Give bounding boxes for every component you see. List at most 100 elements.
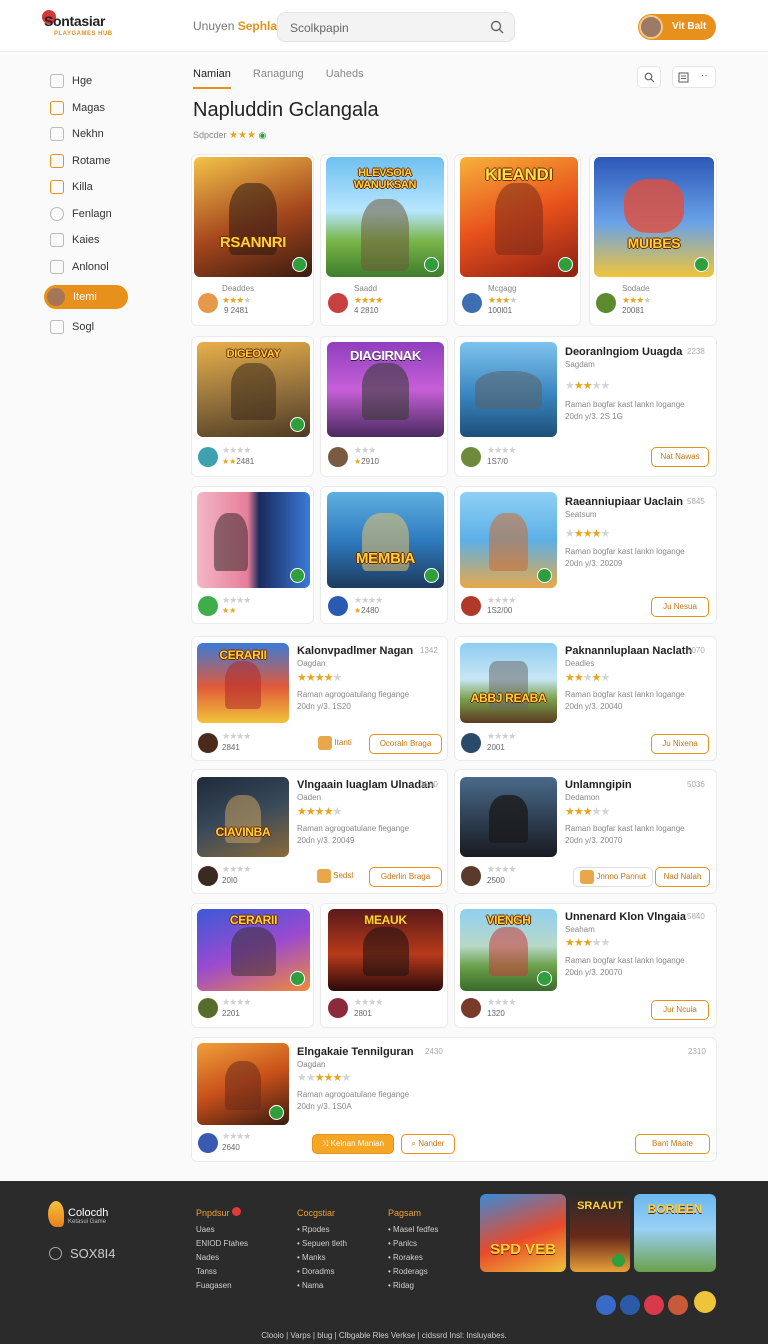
game-title[interactable]: Unlamngipin [565,779,632,791]
secondary-button[interactable]: Sedsl [310,867,360,887]
game-thumbnail[interactable]: MUIBES [594,157,714,277]
game-card[interactable]: RSANNRI Deaddes ★★★★ 9 2481 [191,154,314,326]
footer-link[interactable]: • Sepuen tleth [297,1237,347,1251]
footer-link[interactable]: Nades [196,1251,248,1265]
action-button[interactable]: Ju Nixena [651,734,709,754]
game-title[interactable]: Raeanniupiaar Uaclain [565,496,683,508]
header-nav-highlight[interactable]: Sephla [238,19,277,33]
footer-link[interactable]: • Rorakes [388,1251,438,1265]
brand-logo[interactable]: Sontasiar PLAYGAMES HUB [42,10,130,40]
featured-game-thumbnail[interactable]: SPD VEB [480,1194,566,1272]
featured-game-thumbnail[interactable]: BORIEEN [634,1194,716,1272]
game-card[interactable]: ★★★★ ★★ [191,486,314,624]
game-thumbnail[interactable] [197,1043,289,1125]
game-thumbnail[interactable]: DIAGIRNAK [327,342,444,437]
game-title[interactable]: Unnenard Klon Vlngaia [565,911,686,923]
game-title[interactable]: Elngakaie Tennilguran [297,1046,414,1058]
game-card[interactable]: HLEVSOIA WANUKSAN Saadd ★★★★ 4 2810 [320,154,448,326]
action-button[interactable]: Ju Nesua [651,597,709,617]
game-thumbnail[interactable]: CERARII [197,909,310,991]
tab-namian[interactable]: Namian [193,68,231,89]
action-button[interactable]: Gderlin Braga [369,867,442,887]
header-nav[interactable]: Unuyen Sephla [193,19,277,33]
game-card-wide[interactable]: Unlamngipin 5036 Dedamon ★★★★★ Raman bog… [454,769,717,894]
tab-uaheds[interactable]: Uaheds [326,68,364,89]
game-card-wide[interactable]: VIENGH Unnenard Klon Vlngaia 5840 Seaham… [454,903,717,1028]
game-thumbnail[interactable]: CERARII [197,643,289,723]
footer-link[interactable]: • Rpodes [297,1223,347,1237]
search-button[interactable]: ⌕ Nander [401,1134,455,1154]
facebook-icon[interactable] [596,1295,616,1315]
game-card[interactable]: MEAUK ★★★★ 2801 [320,903,448,1028]
game-thumbnail[interactable]: DIGEOVAY [197,342,310,437]
game-card[interactable]: CERARII ★★★★ 2201 [191,903,314,1028]
game-card[interactable]: DIGEOVAY ★★★★ ★★2481 [191,336,314,477]
action-button[interactable]: Jur Ncuia [651,1000,709,1020]
game-card-featured[interactable]: Elngakaie Tennilguran 2430 2310 Oagdan ★… [191,1037,717,1162]
game-thumbnail[interactable]: MEAUK [328,909,443,991]
primary-action-button[interactable]: ⤨ Kelnan Manian [312,1134,394,1154]
view-toggle-button[interactable]: ·· [672,66,716,88]
sidebar-item-fenlagn[interactable]: Fenlagn [40,201,170,228]
close-circle-icon[interactable] [644,1295,664,1315]
game-thumbnail[interactable] [460,342,557,437]
game-thumbnail[interactable]: ABBJ REABA [460,643,557,723]
game-thumbnail[interactable]: MEMBIA [327,492,444,588]
search-icon[interactable] [490,20,504,34]
youtube-icon[interactable] [668,1295,688,1315]
footer-link[interactable]: Uaes [196,1223,248,1237]
featured-game-thumbnail[interactable]: SRAAUT [570,1194,630,1272]
game-card-wide[interactable]: CIAVINBA Vlngaain luaglam Ulnadan 1580 O… [191,769,448,894]
sidebar-item-itemi[interactable]: Itemi [44,285,128,309]
game-controller-icon[interactable] [694,1291,716,1313]
twitter-icon[interactable] [620,1295,640,1315]
sidebar-item-killa[interactable]: Killa [40,174,170,201]
search-input[interactable]: Scolkpapin [277,12,515,42]
game-thumbnail[interactable] [460,777,557,857]
game-card-wide[interactable]: Deoranlngiom Uuagda 2238 Sagdam ★★★★★ Ra… [454,336,717,477]
game-thumbnail[interactable]: VIENGH [460,909,557,991]
game-thumbnail[interactable]: HLEVSOIA WANUKSAN [326,157,444,277]
sidebar-item-rotame[interactable]: Rotame [40,148,170,175]
sidebar-item-kaies[interactable]: Kaies [40,227,170,254]
action-button[interactable]: Nad Nalah [655,867,710,887]
secondary-button[interactable]: Jnnno Pannut [573,867,653,887]
footer-link[interactable]: • Roderags [388,1265,438,1279]
footer-link[interactable]: Tanss [196,1265,248,1279]
game-thumbnail[interactable]: CIAVINBA [197,777,289,857]
action-button[interactable]: Nat Nawas [651,447,709,467]
game-title[interactable]: Vlngaain luaglam Ulnadan [297,779,434,791]
game-thumbnail[interactable]: RSANNRI [194,157,312,277]
game-title[interactable]: Deoranlngiom Uuagda [565,346,682,358]
sidebar-item-anlonol[interactable]: Anlonol [40,254,170,281]
action-button[interactable]: Bant Maate [635,1134,710,1154]
footer-link[interactable]: • Ridag [388,1279,438,1293]
sidebar-item-magas[interactable]: Magas [40,95,170,122]
footer-link[interactable]: • Doradms [297,1265,347,1279]
footer-link[interactable]: Fuagasen [196,1279,248,1293]
game-title[interactable]: Kalonvpadlmer Nagan [297,645,413,657]
game-thumbnail[interactable] [460,492,557,588]
sidebar-item-sogl[interactable]: Sogl [40,314,170,341]
user-menu-button[interactable]: Vit Balt [638,14,716,40]
action-button[interactable]: Ocoraln Braga [369,734,442,754]
tab-ranagung[interactable]: Ranagung [253,68,304,89]
game-card-wide[interactable]: ABBJ REABA Paknannluplaan Naclath 5070 D… [454,636,717,761]
search-tool-button[interactable] [637,66,661,88]
game-card[interactable]: KIEANDI Mcgagg ★★★★ 100l01 [454,154,581,326]
game-thumbnail[interactable] [197,492,310,588]
footer-link[interactable]: ENIOD Ftahes [196,1237,248,1251]
footer-link[interactable]: • Masel fedfes [388,1223,438,1237]
footer-link[interactable]: • Panlcs [388,1237,438,1251]
game-title[interactable]: Paknannluplaan Naclath [565,645,692,657]
footer-link[interactable]: • Nama [297,1279,347,1293]
sidebar-item-nekhn[interactable]: Nekhn [40,121,170,148]
game-card-wide[interactable]: CERARII Kalonvpadlmer Nagan 1342 Oagdan … [191,636,448,761]
game-card[interactable]: MUIBES Sodade ★★★★ 20081 [589,154,717,326]
game-card[interactable]: DIAGIRNAK ★★★ ★2910 [320,336,448,477]
game-card-wide[interactable]: Raeanniupiaar Uaclain 5845 Seatsum ★★★★★… [454,486,717,624]
footer-link[interactable]: • Manks [297,1251,347,1265]
secondary-button[interactable]: Itanti [310,734,360,754]
sidebar-item-hge[interactable]: Hge [40,68,170,95]
game-card[interactable]: MEMBIA ★★★★ ★2480 [320,486,448,624]
